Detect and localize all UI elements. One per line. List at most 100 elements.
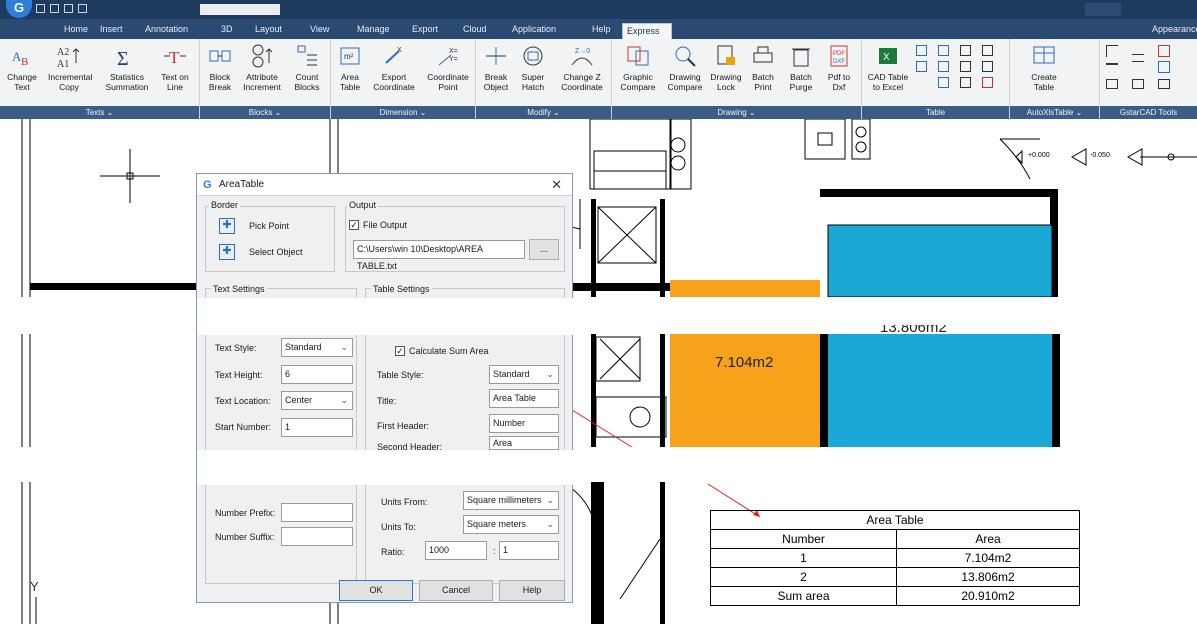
tool-icon[interactable] bbox=[1106, 45, 1118, 57]
table-tool-icon[interactable] bbox=[916, 45, 927, 56]
tool-icon[interactable] bbox=[1132, 61, 1144, 71]
drawing-lock-button[interactable]: Drawing Lock bbox=[708, 43, 744, 92]
table-tool-icon[interactable] bbox=[960, 45, 971, 56]
statistics-summation-button[interactable]: Σ Statistics Summation bbox=[103, 43, 151, 92]
tab-insert[interactable]: Insert bbox=[96, 22, 127, 38]
text-location-select[interactable]: Center ⌄ bbox=[281, 391, 353, 410]
cancel-button[interactable]: Cancel bbox=[419, 580, 493, 601]
change-z-coordinate-button[interactable]: Z→0 Change Z Coordinate bbox=[554, 43, 610, 92]
count-blocks-button[interactable]: Count Blocks bbox=[288, 43, 326, 92]
break-object-button[interactable]: Break Object bbox=[480, 43, 512, 92]
tool-icon[interactable] bbox=[1158, 79, 1170, 89]
tab-view[interactable]: View bbox=[306, 22, 333, 38]
area-table-button[interactable]: m² Area Table bbox=[335, 43, 365, 92]
incremental-copy-button[interactable]: A2 A1 Incremental Copy bbox=[48, 43, 92, 92]
appearance-menu[interactable]: Appearance bbox=[1148, 22, 1197, 38]
tab-express[interactable]: Express bbox=[622, 23, 672, 39]
tool-icon[interactable] bbox=[1158, 45, 1170, 57]
tool-icon[interactable] bbox=[1132, 79, 1144, 89]
text-height-field[interactable]: 6 bbox=[281, 365, 353, 384]
tool-icon[interactable] bbox=[1106, 63, 1118, 65]
pdf-to-dxf-button[interactable]: PDF DXF Pdf to Dxf bbox=[822, 43, 856, 92]
quick-access-toolbar[interactable] bbox=[36, 4, 126, 14]
change-text-button[interactable]: AB Change Text bbox=[2, 43, 42, 92]
group-footer[interactable]: Drawing ⌄ bbox=[612, 106, 861, 119]
tab-3d[interactable]: 3D bbox=[217, 22, 237, 38]
workspace-dropdown[interactable] bbox=[200, 4, 280, 15]
table-tool-icon[interactable] bbox=[938, 77, 949, 88]
group-footer[interactable]: Dimension ⌄ bbox=[331, 106, 475, 119]
tab-export[interactable]: Export bbox=[408, 22, 442, 38]
table-tool-icon[interactable] bbox=[960, 77, 971, 88]
print-icon[interactable] bbox=[78, 4, 87, 13]
dialog-title-bar[interactable]: G AreaTable ✕ bbox=[197, 174, 572, 196]
ok-button[interactable]: OK bbox=[339, 580, 413, 601]
output-path-field[interactable]: C:\Users\win 10\Desktop\AREA TABLE.txt bbox=[353, 240, 525, 271]
table-tools-icon-grid[interactable] bbox=[916, 45, 1004, 95]
group-footer[interactable]: AutoXlsTable ⌄ bbox=[1010, 106, 1099, 119]
window-control[interactable] bbox=[1085, 3, 1121, 16]
ratio-to-field[interactable]: 1 bbox=[499, 541, 559, 560]
tab-cloud[interactable]: Cloud bbox=[459, 22, 491, 38]
tool-icon[interactable] bbox=[1106, 79, 1118, 89]
text-on-line-button[interactable]: T Text on Line bbox=[158, 43, 192, 92]
units-to-select[interactable]: Square meters ⌄ bbox=[463, 515, 559, 534]
group-footer[interactable]: GstarCAD Tools bbox=[1100, 106, 1197, 119]
create-table-button[interactable]: Create Table bbox=[1024, 43, 1064, 92]
close-icon[interactable]: ✕ bbox=[551, 177, 562, 193]
group-footer[interactable]: Texts ⌄ bbox=[0, 106, 199, 119]
tab-application[interactable]: Application bbox=[508, 22, 560, 38]
app-logo[interactable]: G bbox=[6, 0, 32, 18]
pick-point-label[interactable]: Pick Point bbox=[249, 221, 289, 231]
super-hatch-button[interactable]: Super Hatch bbox=[516, 43, 550, 92]
calculate-sum-label[interactable]: Calculate Sum Area bbox=[409, 346, 489, 356]
select-object-button[interactable]: ✚ bbox=[219, 244, 235, 260]
second-header-field[interactable]: Area bbox=[489, 436, 559, 450]
tools-icon-grid[interactable] bbox=[1106, 45, 1194, 95]
area-table-result[interactable]: Area Table Number Area 1 7.104m2 2 13.806m2… bbox=[710, 510, 1080, 606]
tab-help[interactable]: Help bbox=[588, 22, 615, 38]
file-output-checkbox[interactable]: ✓ bbox=[349, 220, 359, 230]
save-icon[interactable] bbox=[64, 4, 73, 13]
export-coordinate-button[interactable]: X Export Coordinate bbox=[369, 43, 419, 92]
tab-manage[interactable]: Manage bbox=[353, 22, 394, 38]
table-tool-icon[interactable] bbox=[982, 77, 993, 88]
table-style-select[interactable]: Standard ⌄ bbox=[489, 365, 559, 384]
table-tool-icon[interactable] bbox=[938, 61, 949, 72]
tool-icon[interactable] bbox=[1132, 47, 1144, 55]
tool-icon[interactable] bbox=[1158, 61, 1170, 73]
tab-home[interactable]: Home bbox=[60, 22, 92, 38]
table-tool-icon[interactable] bbox=[916, 61, 927, 72]
browse-button[interactable]: ... bbox=[529, 239, 559, 260]
units-from-select[interactable]: Square millimeters ⌄ bbox=[463, 491, 559, 510]
graphic-compare-button[interactable]: Graphic Compare bbox=[618, 43, 658, 92]
text-style-select[interactable]: Standard ⌄ bbox=[281, 338, 353, 357]
block-break-button[interactable]: Block Break bbox=[204, 43, 236, 92]
tab-annotation[interactable]: Annotation bbox=[141, 22, 192, 38]
batch-purge-button[interactable]: Batch Purge bbox=[784, 43, 818, 92]
start-number-field[interactable]: 1 bbox=[281, 418, 353, 437]
table-tool-icon[interactable] bbox=[938, 45, 949, 56]
new-icon[interactable] bbox=[36, 4, 45, 13]
number-suffix-field[interactable] bbox=[281, 527, 353, 546]
help-button[interactable]: Help bbox=[499, 580, 565, 601]
open-icon[interactable] bbox=[50, 4, 59, 13]
file-output-label[interactable]: File Output bbox=[363, 220, 407, 230]
coordinate-point-button[interactable]: X= Y= Coordinate Point bbox=[423, 43, 473, 92]
group-footer[interactable]: Table bbox=[862, 106, 1009, 119]
table-tool-icon[interactable] bbox=[982, 45, 993, 56]
group-footer[interactable]: Modify ⌄ bbox=[476, 106, 611, 119]
group-footer[interactable]: Blocks ⌄ bbox=[200, 106, 330, 119]
pick-point-button[interactable]: ✚ bbox=[219, 218, 235, 234]
first-header-field[interactable]: Number bbox=[489, 414, 559, 433]
select-object-label[interactable]: Select Object bbox=[249, 247, 303, 257]
batch-print-button[interactable]: Batch Print bbox=[746, 43, 780, 92]
number-prefix-field[interactable] bbox=[281, 503, 353, 522]
tab-layout[interactable]: Layout bbox=[251, 22, 286, 38]
drawing-compare-button[interactable]: Drawing Compare bbox=[664, 43, 706, 92]
title-field[interactable]: Area Table bbox=[489, 389, 559, 408]
calculate-sum-checkbox[interactable]: ✓ bbox=[395, 346, 405, 356]
cad-table-to-excel-button[interactable]: X CAD Table to Excel bbox=[866, 43, 910, 92]
table-tool-icon[interactable] bbox=[982, 61, 993, 72]
attribute-increment-button[interactable]: Attribute Increment bbox=[240, 43, 284, 92]
